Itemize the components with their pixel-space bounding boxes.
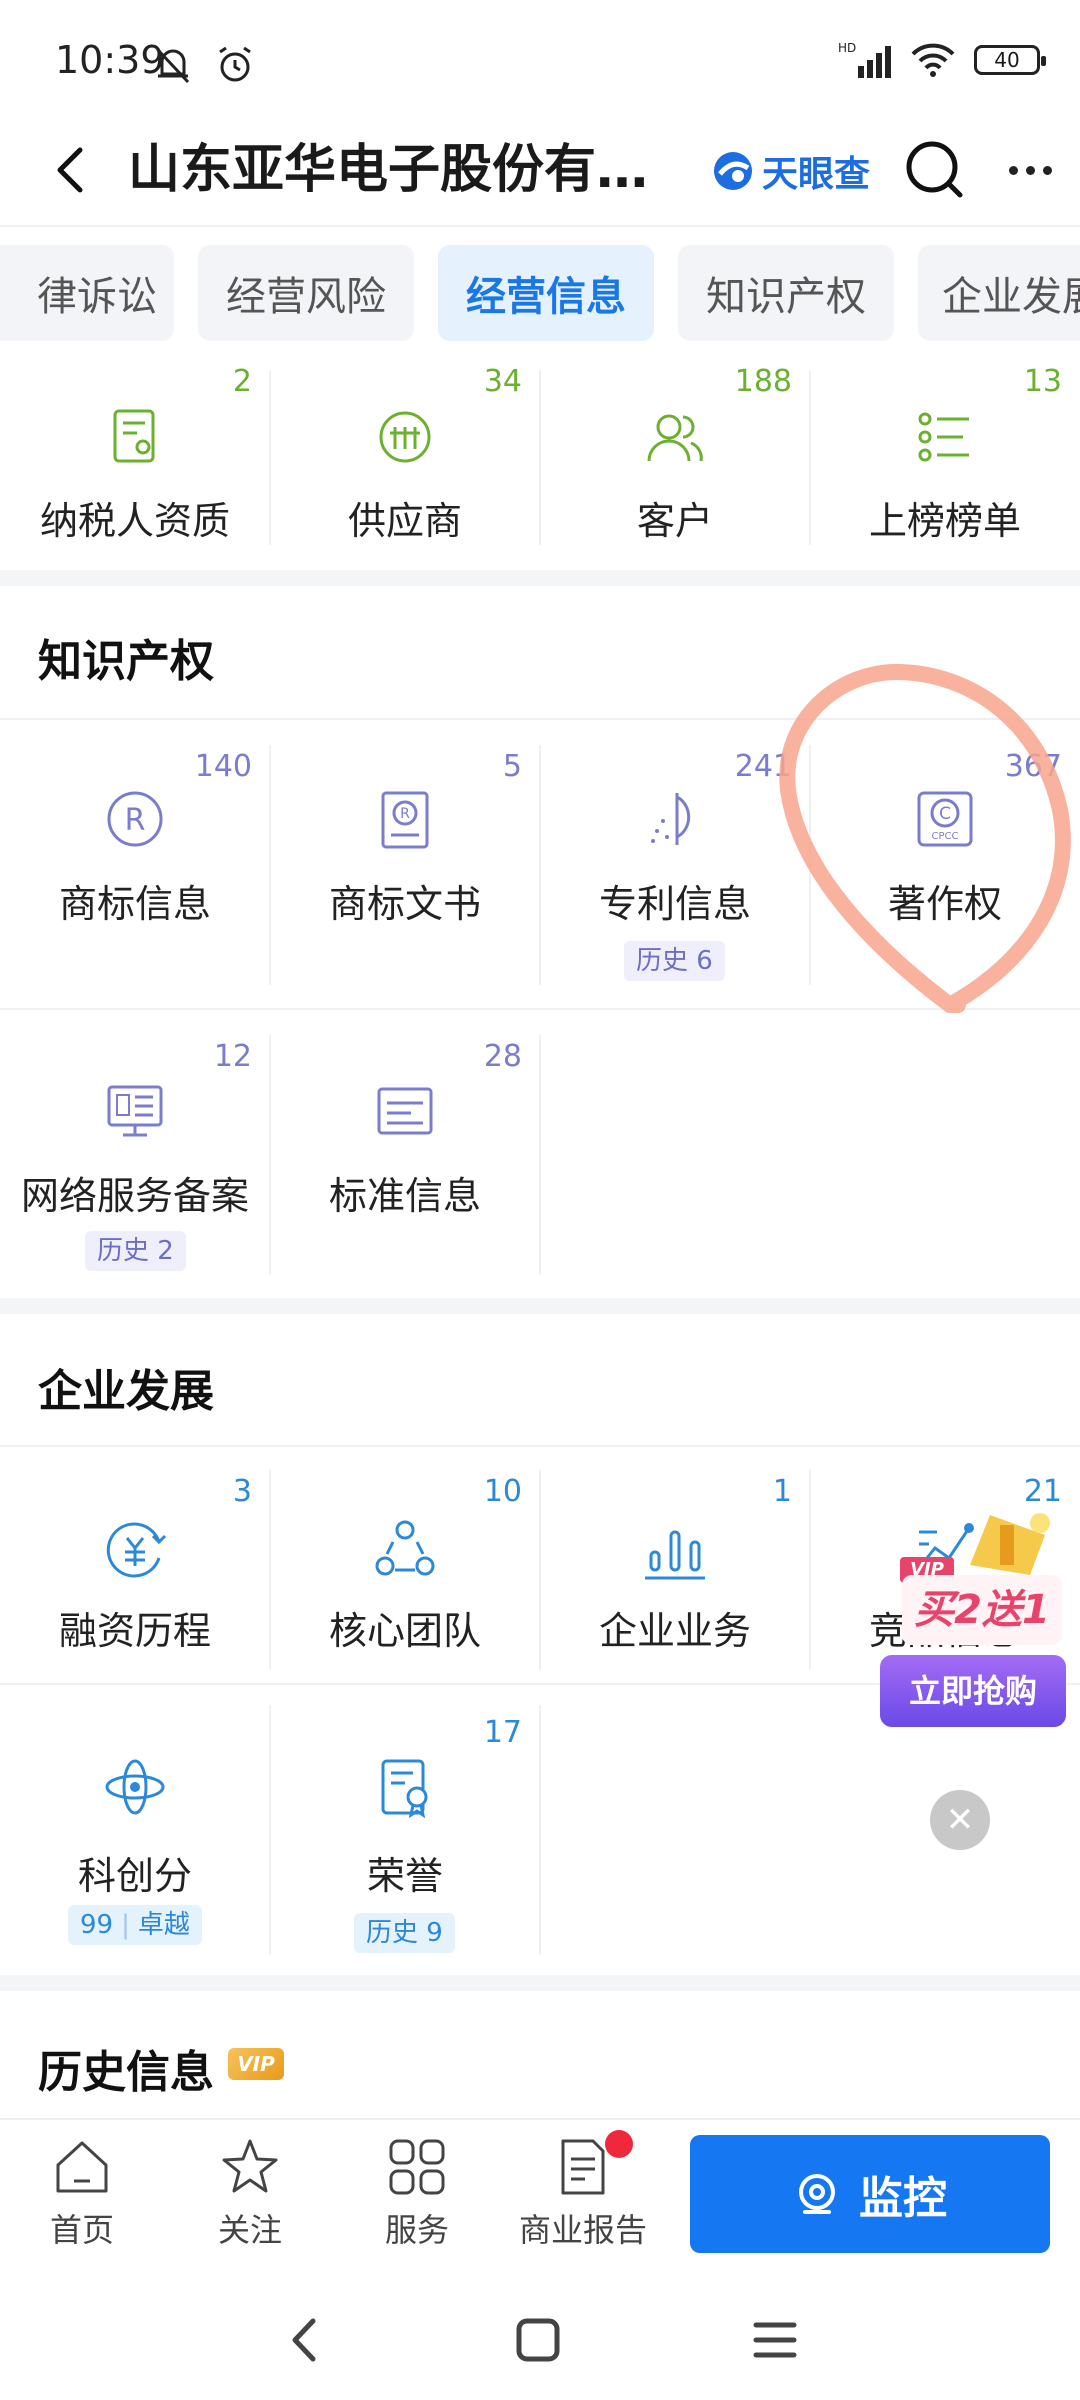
brand-name: 天眼查 (762, 154, 871, 195)
section-title-development: 企业发展 (38, 1366, 214, 1417)
search-button[interactable] (900, 135, 970, 205)
trademark-icon: R (107, 791, 163, 847)
promo-cta-button[interactable]: 立即抢购 (880, 1655, 1066, 1727)
grid-item-trademark[interactable]: 140 R 商标信息 (0, 745, 270, 985)
trademark-document-icon: R (381, 791, 429, 849)
tab-enterprise-development[interactable]: 企业发展 (918, 245, 1080, 341)
patent-icon (651, 793, 691, 845)
grid-item-tech-score[interactable]: 科创分 99 | 卓越 (0, 1705, 270, 1955)
tab-business-risk[interactable]: 经营风险 (198, 245, 414, 341)
grid-item-network-filing[interactable]: 12 网络服务备案 历史 2 (0, 1035, 270, 1275)
history-badge[interactable]: 历史 9 (354, 1913, 455, 1953)
brand-logo: 天眼查 (712, 145, 870, 197)
gift-box-icon (970, 1513, 1050, 1575)
tab-litigation[interactable]: 律诉讼 (0, 245, 174, 341)
system-back-icon[interactable] (285, 2315, 325, 2365)
grid-item-core-team[interactable]: 10 核心团队 (270, 1470, 540, 1680)
section-title-ip: 知识产权 (38, 636, 214, 687)
supplier-icon (379, 411, 431, 463)
core-team-icon (375, 1520, 435, 1576)
nav-business-report[interactable]: 商业报告 (503, 2135, 663, 2265)
grid-item-business[interactable]: 1 企业业务 (540, 1470, 810, 1680)
tab-business-info[interactable]: 经营信息 (438, 245, 654, 341)
grid-item-taxpayer[interactable]: 2 纳税人资质 (0, 360, 270, 560)
svg-text:R: R (125, 803, 146, 838)
promo-floating-ad[interactable]: VIP 买2送1 立即抢购 (870, 1505, 1070, 1755)
history-badge[interactable]: 历史 2 (85, 1231, 186, 1271)
grid-item-financing[interactable]: 3 融资历程 (0, 1470, 270, 1680)
wifi-icon (911, 43, 955, 77)
nav-services[interactable]: 服务 (337, 2135, 497, 2265)
signal-icon: HD (838, 41, 891, 78)
grid-item-trademark-doc[interactable]: 5 R 商标文书 (270, 745, 540, 985)
tech-score-badge[interactable]: 99 | 卓越 (68, 1905, 202, 1945)
nav-home[interactable]: 首页 (2, 2135, 162, 2265)
status-bar: 10:39 HD 40 (0, 0, 1080, 120)
title-bar: 山东亚华电子股份有限公司 天眼查 (0, 115, 1080, 225)
system-home-icon[interactable] (515, 2317, 561, 2363)
customer-icon (647, 414, 703, 462)
section-title-history: 历史信息 (38, 2047, 214, 2098)
history-badge[interactable]: 历史 6 (624, 941, 725, 981)
grid-icon (389, 2139, 445, 2195)
search-icon (906, 141, 963, 198)
grid-item-supplier[interactable]: 34 供应商 (270, 360, 540, 560)
more-options-button[interactable] (995, 135, 1065, 205)
grid-item-standard-info[interactable]: 28 标准信息 (270, 1035, 540, 1275)
alarm-icon (219, 46, 251, 82)
standard-info-icon (377, 1087, 433, 1135)
business-chart-icon (645, 1530, 705, 1580)
annotation-circle (779, 663, 1071, 1013)
chevron-left-icon (57, 147, 83, 193)
promo-close-button[interactable]: ✕ (930, 1790, 990, 1850)
tianyancha-logo-icon (714, 152, 752, 190)
tax-certificate-icon (113, 409, 155, 463)
bottom-nav: 首页 关注 服务 商业报告 监控 (0, 2118, 1080, 2273)
notification-dot (605, 2130, 633, 2158)
vip-badge: VIP (228, 2048, 284, 2080)
close-icon: ✕ (945, 1800, 975, 1840)
home-icon (56, 2141, 108, 2193)
tab-intellectual-property[interactable]: 知识产权 (678, 245, 894, 341)
star-icon (222, 2139, 278, 2193)
svg-text:R: R (400, 806, 410, 822)
mute-bell-icon (156, 48, 190, 84)
monitor-button[interactable]: 监控 (690, 2135, 1050, 2253)
svg-text:HD: HD (838, 41, 856, 55)
system-nav-bar (0, 2285, 1080, 2400)
back-button[interactable] (40, 135, 100, 205)
status-time: 10:39 (55, 38, 165, 82)
grid-item-ranking[interactable]: 13 上榜榜单 (810, 360, 1080, 560)
financing-icon (106, 1522, 167, 1578)
promo-headline: 买2送1 (902, 1575, 1062, 1645)
tech-score-icon (105, 1759, 165, 1815)
nav-follow[interactable]: 关注 (170, 2135, 330, 2265)
monitor-eye-icon (799, 2174, 835, 2214)
honor-icon (381, 1759, 428, 1819)
system-menu-icon[interactable] (752, 2317, 798, 2363)
category-tabs: 律诉讼 经营风险 经营信息 知识产权 企业发展 (0, 240, 1080, 345)
network-filing-icon (107, 1085, 163, 1137)
grid-item-customer[interactable]: 188 客户 (540, 360, 810, 560)
battery-indicator: 40 (974, 45, 1046, 75)
grid-item-honor[interactable]: 17 荣誉 历史 9 (270, 1705, 540, 1955)
ranking-list-icon (918, 412, 969, 462)
company-title: 山东亚华电子股份有限公司 (128, 140, 688, 200)
